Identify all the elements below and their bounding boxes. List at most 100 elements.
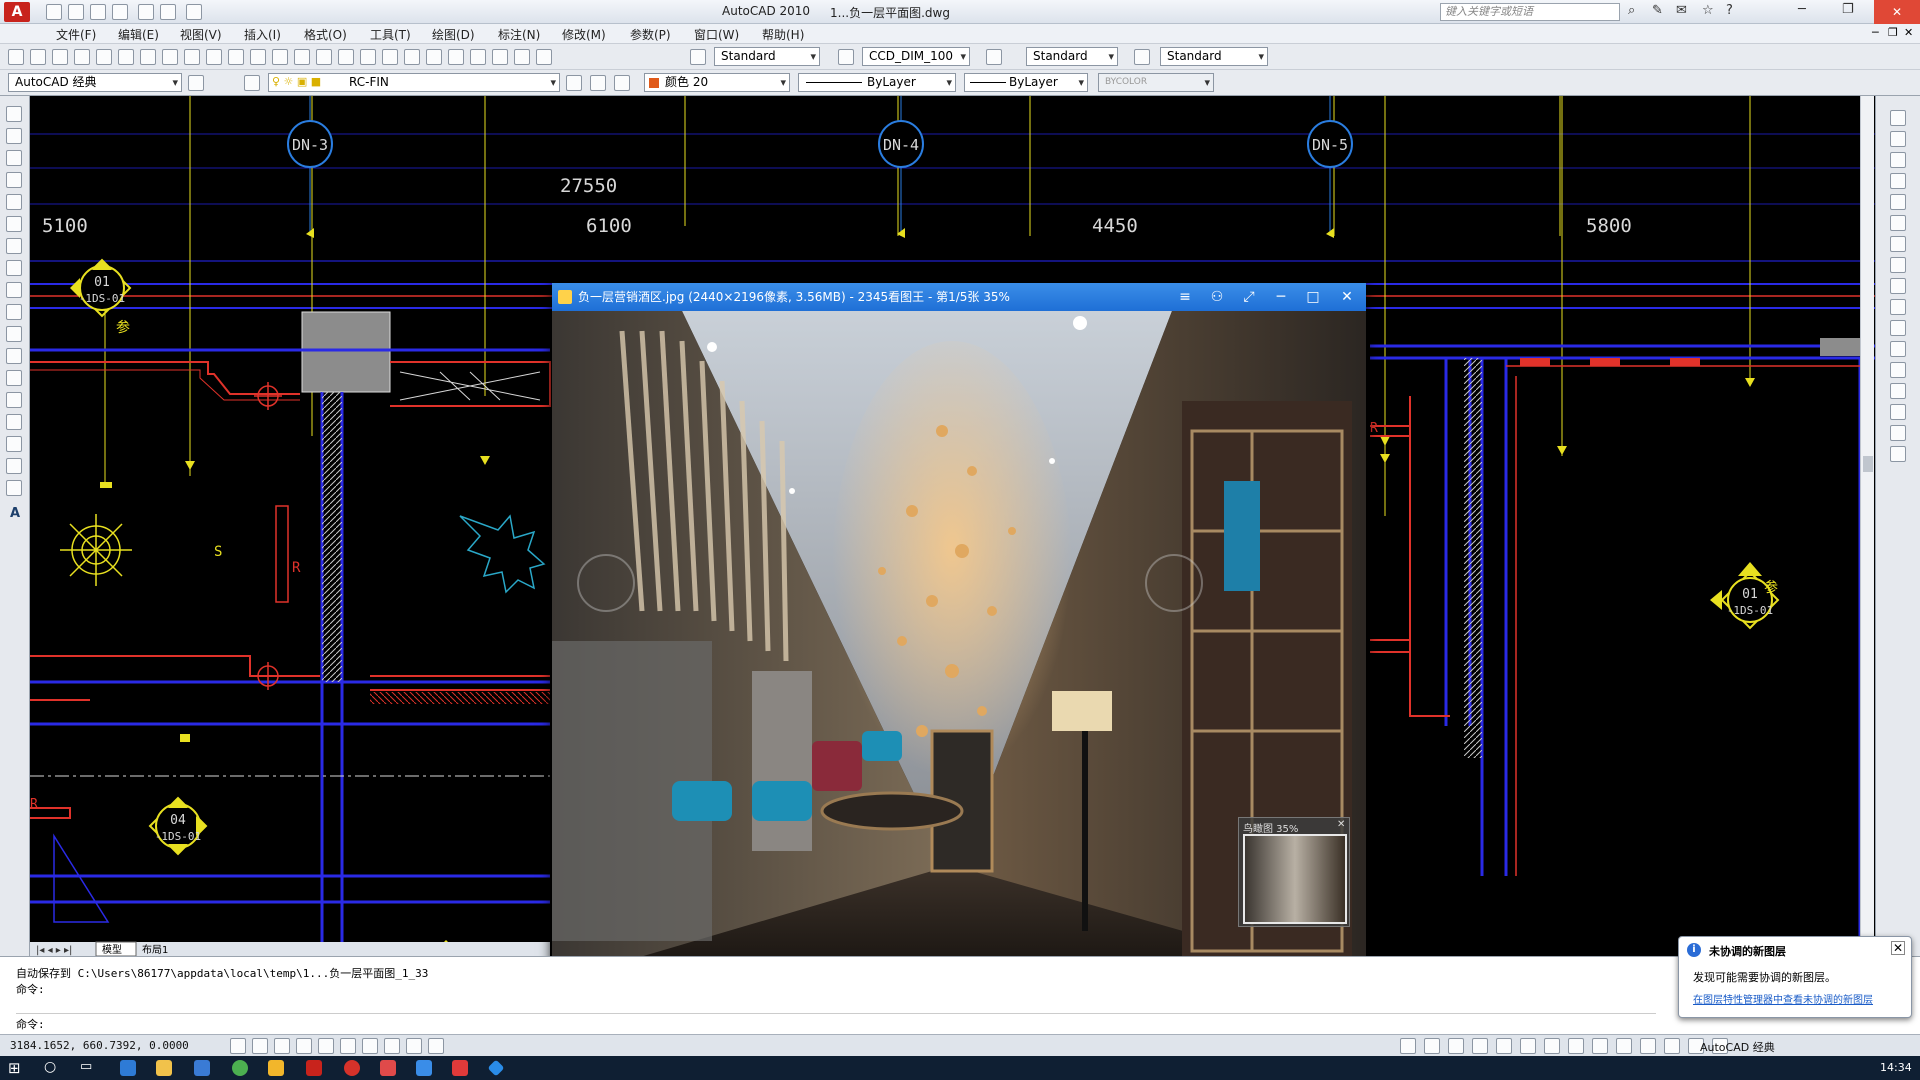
- steering-wheel-icon[interactable]: [1520, 1038, 1536, 1054]
- lock-ui-icon[interactable]: [1664, 1038, 1680, 1054]
- cut-icon[interactable]: [162, 49, 178, 65]
- preview-icon[interactable]: [96, 49, 112, 65]
- subscription-icon[interactable]: ✎: [1652, 3, 1663, 18]
- layer-properties-icon[interactable]: [244, 75, 260, 91]
- tab-layout1-label[interactable]: 布局1: [142, 944, 168, 956]
- menu-window[interactable]: 窗口(W): [694, 26, 739, 43]
- menu-insert[interactable]: 插入(I): [244, 26, 281, 43]
- task-view-icon[interactable]: ▭: [80, 1059, 92, 1074]
- color-select[interactable]: 颜色 20: [644, 73, 790, 92]
- communication-icon[interactable]: ✉: [1676, 3, 1687, 18]
- array-icon[interactable]: [1890, 194, 1906, 210]
- dim-style-select[interactable]: CCD_DIM_100: [862, 47, 970, 66]
- menu-view[interactable]: 视图(V): [180, 26, 222, 43]
- window-close-button[interactable]: ✕: [1874, 0, 1920, 24]
- undo-icon[interactable]: [272, 49, 288, 65]
- move-icon[interactable]: [1890, 215, 1906, 231]
- rotate-icon[interactable]: [1890, 236, 1906, 252]
- model-space-icon[interactable]: [1400, 1038, 1416, 1054]
- zoom-previous-icon[interactable]: [382, 49, 398, 65]
- app-red-icon[interactable]: [452, 1060, 468, 1076]
- help-icon[interactable]: [536, 49, 552, 65]
- point-icon[interactable]: [6, 392, 22, 408]
- polyline-icon[interactable]: [6, 150, 22, 166]
- plotstyle-select[interactable]: BYCOLOR: [1098, 73, 1214, 92]
- interior-rendering-image[interactable]: 鸟瞰图 35% ✕: [552, 311, 1366, 983]
- zoom-realtime-icon[interactable]: [338, 49, 354, 65]
- pan-icon[interactable]: [316, 49, 332, 65]
- layer-previous-icon[interactable]: [590, 75, 606, 91]
- make-block-icon[interactable]: [6, 370, 22, 386]
- tool-palettes-icon[interactable]: [448, 49, 464, 65]
- insert-block-icon[interactable]: [6, 348, 22, 364]
- window-minimize-icon[interactable]: ─: [1798, 2, 1806, 17]
- search-input[interactable]: 键入关键字或短语: [1440, 3, 1620, 21]
- doc-close-icon[interactable]: ✕: [1904, 26, 1913, 39]
- save-icon[interactable]: [52, 49, 68, 65]
- mleader-style-icon[interactable]: [1134, 49, 1150, 65]
- redo-icon[interactable]: [160, 4, 176, 20]
- sheet-set-icon[interactable]: [470, 49, 486, 65]
- navigator-thumbnail[interactable]: [1243, 834, 1347, 924]
- explode-icon[interactable]: [1890, 446, 1906, 462]
- navigator-close-icon[interactable]: ✕: [1337, 819, 1345, 830]
- design-center-icon[interactable]: [426, 49, 442, 65]
- markup-icon[interactable]: [492, 49, 508, 65]
- zoom-status-icon[interactable]: [1496, 1038, 1512, 1054]
- circle-icon[interactable]: [6, 238, 22, 254]
- menu-draw[interactable]: 绘图(D): [432, 26, 475, 43]
- workspace-gear-icon[interactable]: [1640, 1038, 1656, 1054]
- open-icon[interactable]: [30, 49, 46, 65]
- region-icon[interactable]: [6, 458, 22, 474]
- vertical-scrollbar[interactable]: [1860, 96, 1874, 956]
- pdf-icon[interactable]: [380, 1060, 396, 1076]
- copy-icon[interactable]: [184, 49, 200, 65]
- quick-view-drawings-icon[interactable]: [1448, 1038, 1464, 1054]
- tab-nav-arrows[interactable]: |◂ ◂ ▸ ▸|: [36, 945, 72, 956]
- doc-restore-icon[interactable]: ❐: [1888, 26, 1898, 39]
- polar-icon[interactable]: [296, 1038, 312, 1054]
- new-icon[interactable]: [46, 4, 62, 20]
- stretch-icon[interactable]: [1890, 278, 1906, 294]
- block-editor-icon[interactable]: [250, 49, 266, 65]
- plot-icon[interactable]: [186, 4, 202, 20]
- menu-modify[interactable]: 修改(M): [562, 26, 606, 43]
- file-explorer-icon[interactable]: [156, 1060, 172, 1076]
- trim-icon[interactable]: [1890, 299, 1906, 315]
- notification-close-icon[interactable]: ✕: [1891, 941, 1905, 955]
- command-window[interactable]: 自动保存到 C:\Users\86177\appdata\local\temp\…: [0, 956, 1920, 1034]
- hatch-icon[interactable]: [6, 414, 22, 430]
- publish-icon[interactable]: [118, 49, 134, 65]
- calculator-icon[interactable]: [514, 49, 530, 65]
- workspace-switch[interactable]: AutoCAD 经典: [1700, 1039, 1775, 1055]
- binoculars-icon[interactable]: ⌕: [1628, 3, 1635, 18]
- mirror-icon[interactable]: [1890, 152, 1906, 168]
- osnap-icon[interactable]: [318, 1038, 334, 1054]
- viewer-title-bar[interactable]: 负一层营销酒区.jpg (2440×2196像素, 3.56MB) - 2345…: [552, 283, 1366, 311]
- layer-notification-balloon[interactable]: i 未协调的新图层 ✕ 发现可能需要协调的新图层。 在图层特性管理器中查看未协调…: [1678, 936, 1912, 1018]
- window-restore-icon[interactable]: ❐: [1842, 2, 1854, 17]
- viewer-menu-icon[interactable]: ≡: [1170, 283, 1200, 311]
- snap-icon[interactable]: [230, 1038, 246, 1054]
- dim-style-icon-icon[interactable]: [838, 49, 854, 65]
- autocad-logo-icon[interactable]: A: [4, 2, 30, 22]
- annotation-scale-icon[interactable]: [1568, 1038, 1584, 1054]
- erase-icon[interactable]: [1890, 110, 1906, 126]
- save-icon[interactable]: [90, 4, 106, 20]
- menu-parametric[interactable]: 参数(P): [630, 26, 671, 43]
- recorder-icon[interactable]: [344, 1060, 360, 1076]
- redo-icon[interactable]: [294, 49, 310, 65]
- offset-icon[interactable]: [1890, 173, 1906, 189]
- navigator-panel[interactable]: 鸟瞰图 35% ✕: [1238, 817, 1350, 927]
- undo-icon[interactable]: [138, 4, 154, 20]
- mleader-style-select[interactable]: Standard: [1160, 47, 1268, 66]
- make-current-layer-icon[interactable]: [566, 75, 582, 91]
- matchprop-icon[interactable]: [228, 49, 244, 65]
- open-icon[interactable]: [68, 4, 84, 20]
- join-icon[interactable]: [1890, 383, 1906, 399]
- zoom-window-icon[interactable]: [360, 49, 376, 65]
- otrack-icon[interactable]: [340, 1038, 356, 1054]
- properties-icon[interactable]: [404, 49, 420, 65]
- menu-format[interactable]: 格式(O): [304, 26, 347, 43]
- pan-status-icon[interactable]: [1472, 1038, 1488, 1054]
